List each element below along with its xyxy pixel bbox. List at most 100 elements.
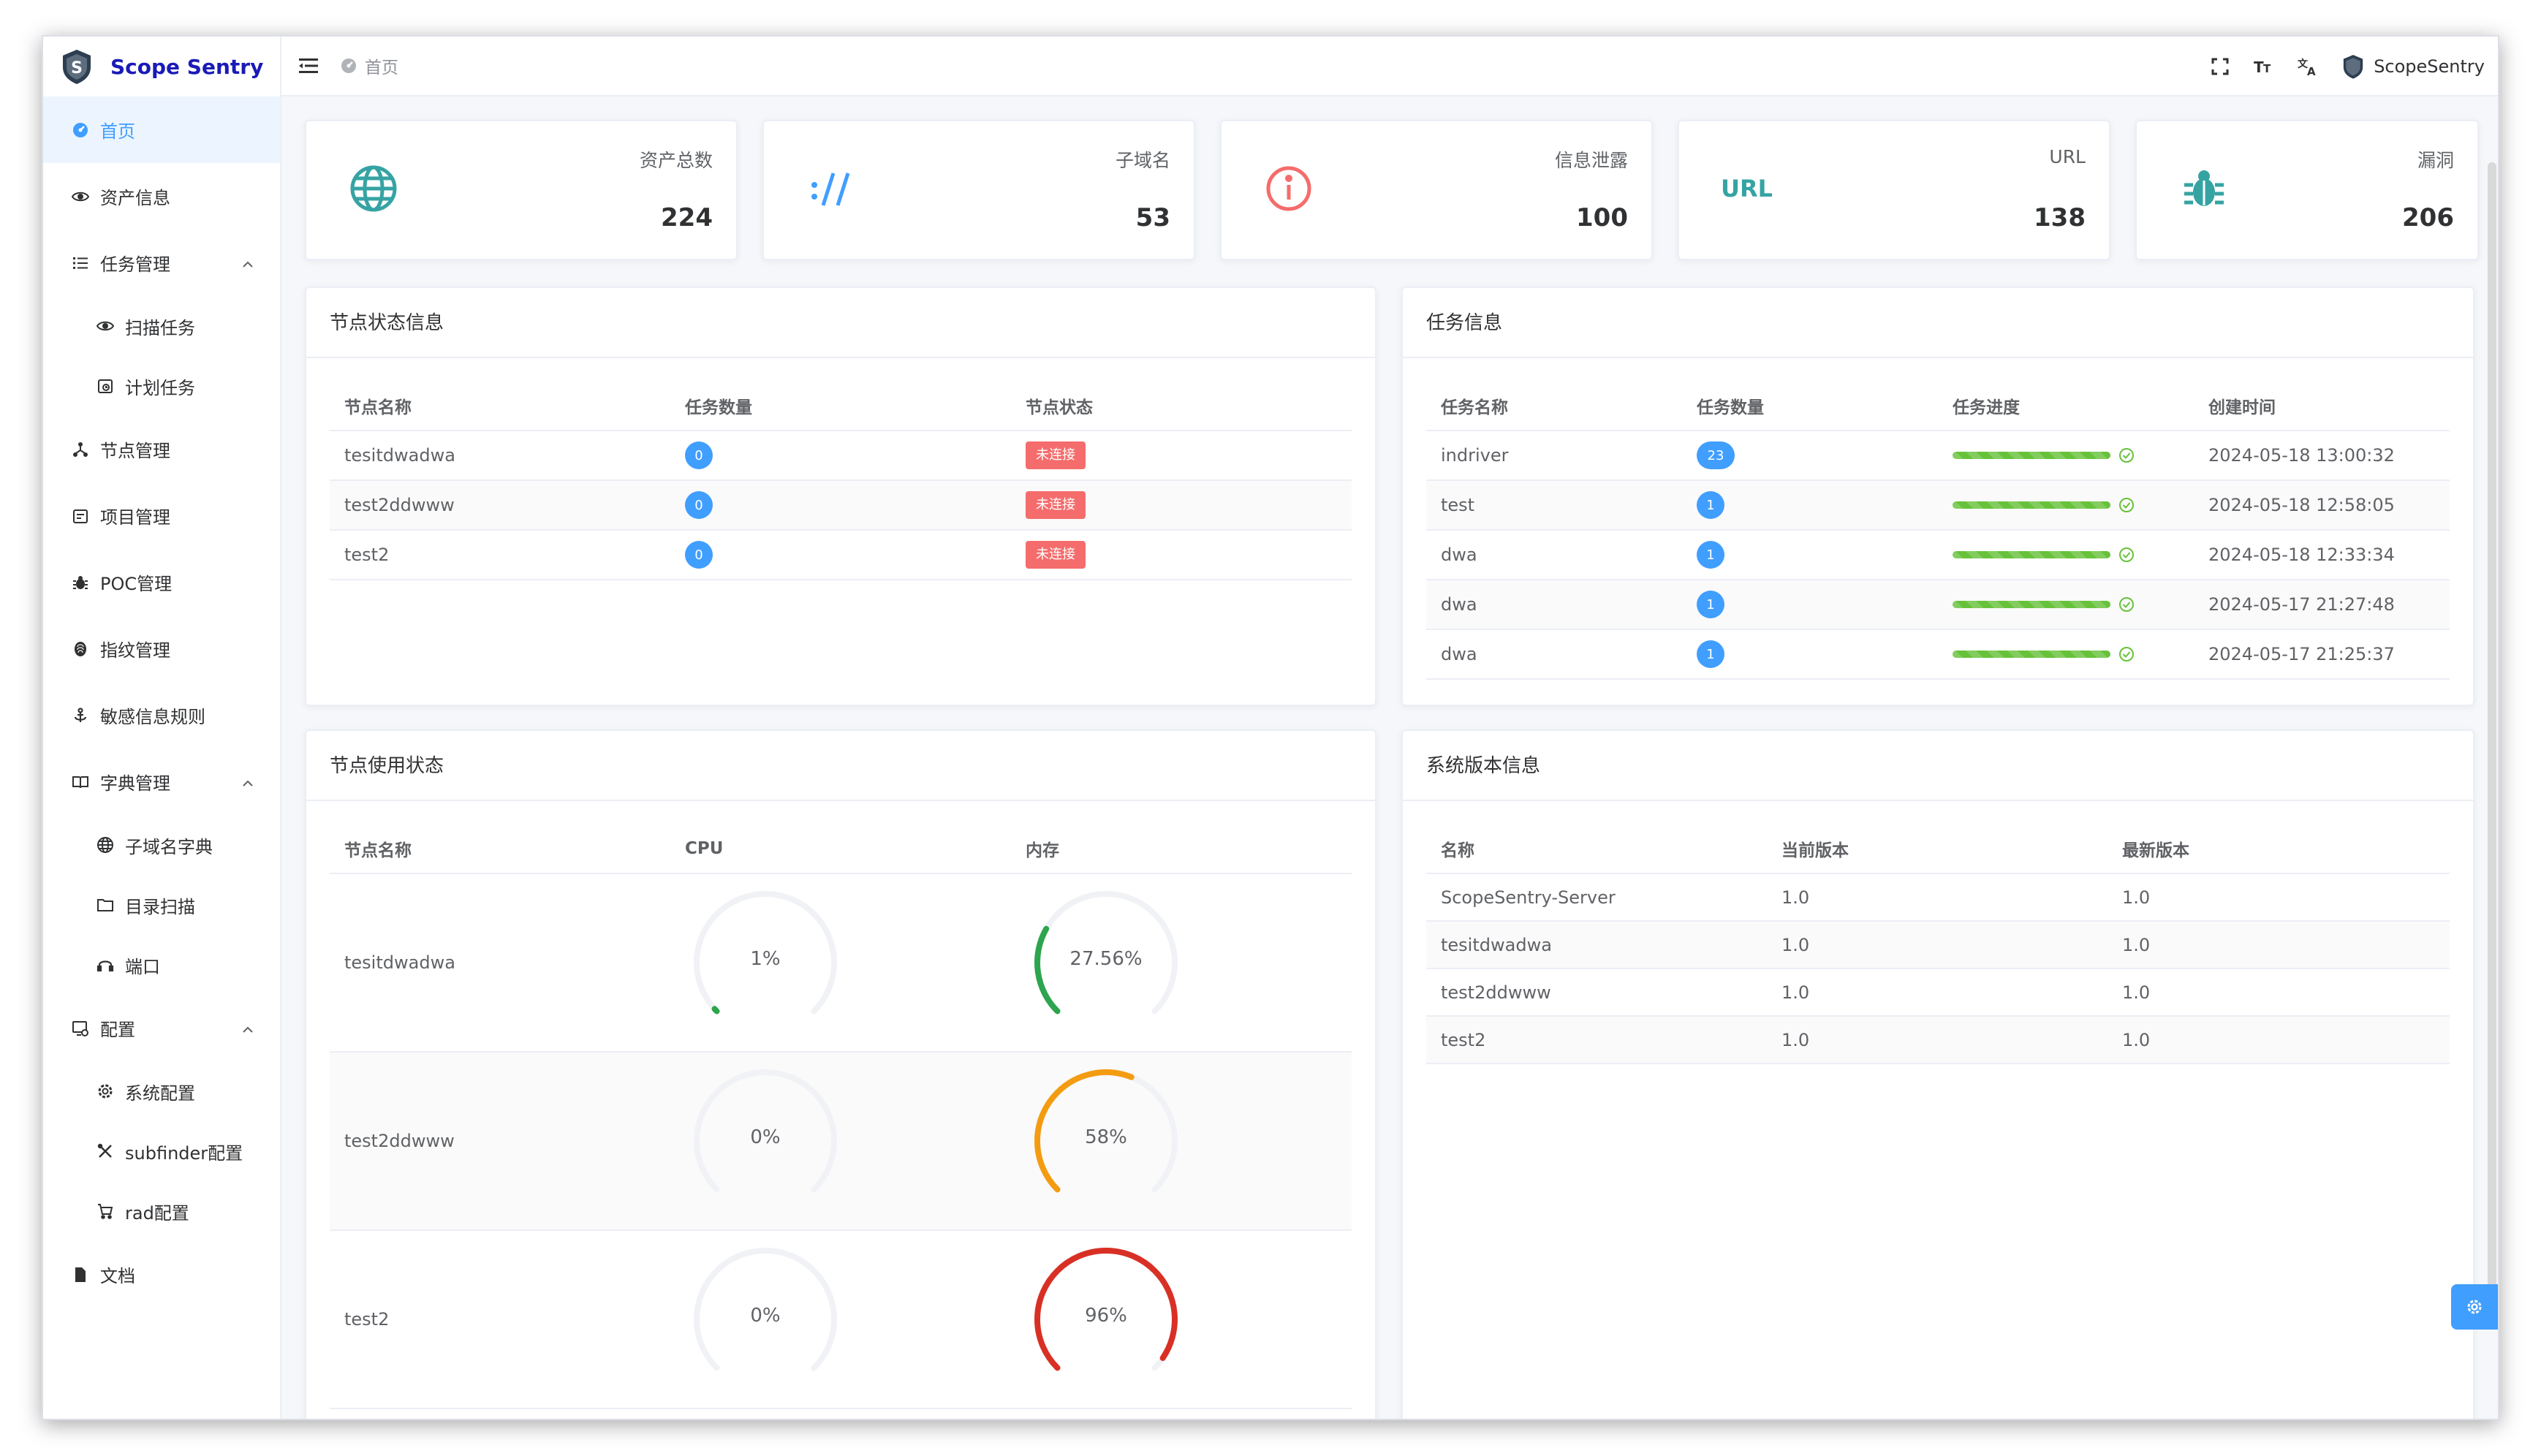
panel-title: 任务信息 [1403, 288, 2473, 358]
sidebar-item[interactable]: 节点管理 [43, 416, 280, 482]
check-circle-icon [2118, 596, 2135, 613]
stat-card[interactable]: 资产总数 224 [305, 120, 738, 260]
url-icon: URL [1720, 162, 1773, 215]
fullscreen-icon[interactable] [2205, 52, 2235, 81]
column-header[interactable]: 任务进度 [1938, 393, 2194, 418]
sidebar-item[interactable]: 任务管理 [43, 230, 280, 296]
sidebar-item[interactable]: 首页 [43, 96, 280, 163]
cpu-value: 0% [750, 1126, 781, 1148]
column-header[interactable]: 创建时间 [2194, 393, 2450, 418]
column-header[interactable]: 任务数量 [1682, 393, 1938, 418]
config-icon [71, 1019, 90, 1038]
sidebar-item[interactable]: 文档 [43, 1241, 280, 1308]
progress-bar [1953, 645, 2194, 663]
sidebar-item[interactable]: 扫描任务 [43, 296, 280, 356]
stat-card[interactable]: 子域名 53 [762, 120, 1195, 260]
table-row[interactable]: test2 1.0 1.0 [1426, 1017, 2450, 1064]
table-row[interactable]: tesitdwadwa 1% 27.56% [330, 874, 1352, 1053]
check-circle-icon [2118, 447, 2135, 464]
count-badge: 1 [1697, 591, 1724, 618]
sidebar-item[interactable]: subfinder配置 [43, 1121, 280, 1181]
breadcrumb[interactable]: 首页 [340, 53, 398, 78]
column-header[interactable]: 最新版本 [2108, 836, 2448, 861]
table-row[interactable]: test2 0% 96% [330, 1231, 1352, 1409]
bug-icon [2178, 162, 2230, 215]
sidebar-item[interactable]: 配置 [43, 995, 280, 1061]
count-badge: 0 [685, 491, 713, 519]
sidebar-item-label: 节点管理 [100, 441, 170, 461]
sidebar-item-label: POC管理 [100, 574, 173, 594]
sidebar-item[interactable]: POC管理 [43, 549, 280, 615]
stat-value: 53 [1135, 203, 1170, 232]
table-row[interactable]: test2ddwww 0 未连接 [330, 481, 1352, 531]
column-header[interactable]: 节点名称 [330, 393, 670, 418]
sidebar-item[interactable]: rad配置 [43, 1181, 280, 1241]
current-version: 1.0 [1781, 934, 1810, 955]
sidebar-item[interactable]: 计划任务 [43, 356, 280, 416]
stat-label: URL [2049, 146, 2086, 167]
sidebar-item[interactable]: 资产信息 [43, 163, 280, 230]
created-time: 2024-05-17 21:27:48 [2208, 594, 2395, 615]
table-row[interactable]: test 1 2024-05-18 12:58:05 [1426, 481, 2450, 531]
user-menu[interactable]: ScopeSentry [2340, 53, 2485, 80]
node-usage-table: 节点名称 CPU 内存 tesitdwadwa 1% 27.56% test2ddwww… [330, 824, 1352, 1409]
column-header[interactable]: 节点状态 [1011, 393, 1352, 418]
sidebar-item-label: 目录扫描 [125, 896, 195, 917]
table-row[interactable]: ScopeSentry-Server 1.0 1.0 [1426, 874, 2450, 922]
cpu-value: 1% [750, 948, 781, 970]
column-header[interactable]: 节点名称 [330, 836, 670, 861]
bug-icon [71, 573, 90, 592]
sidebar-item[interactable]: 端口 [43, 935, 280, 995]
table-row[interactable]: tesitdwadwa 0 未连接 [330, 431, 1352, 481]
table-row[interactable]: dwa 1 2024-05-17 21:25:37 [1426, 630, 2450, 680]
sidebar-item-label: rad配置 [125, 1202, 189, 1224]
menu-toggle-icon[interactable] [298, 55, 319, 77]
translate-icon[interactable]: 文A [2293, 52, 2322, 81]
column-header[interactable]: 当前版本 [1767, 836, 2108, 861]
table-row[interactable]: dwa 1 2024-05-18 12:33:34 [1426, 531, 2450, 580]
sidebar-item[interactable]: 子域名字典 [43, 815, 280, 875]
task-name: dwa [1441, 594, 1477, 615]
column-header[interactable]: CPU [670, 839, 1011, 858]
stat-card[interactable]: 信息泄露 100 [1220, 120, 1653, 260]
sidebar-item[interactable]: 系统配置 [43, 1061, 280, 1121]
progress-fill [1953, 651, 2110, 658]
sidebar-item[interactable]: 敏感信息规则 [43, 682, 280, 748]
table-row[interactable]: tesitdwadwa 1.0 1.0 [1426, 922, 2450, 969]
sidebar-item[interactable]: 项目管理 [43, 482, 280, 549]
count-badge: 0 [685, 441, 713, 469]
task-name: test [1441, 495, 1475, 515]
table-row[interactable]: test2ddwww 1.0 1.0 [1426, 969, 2450, 1017]
stat-card[interactable]: URL URL 138 [1678, 120, 2110, 260]
sidebar-item[interactable]: 字典管理 [43, 748, 280, 815]
stat-card[interactable]: 漏洞 206 [2135, 120, 2479, 260]
column-header[interactable]: 内存 [1011, 836, 1352, 861]
version-info-table: 名称 当前版本 最新版本 ScopeSentry-Server 1.0 1.0 tesitd… [1426, 824, 2450, 1064]
created-time: 2024-05-17 21:25:37 [2208, 644, 2395, 664]
table-header: 任务名称 任务数量 任务进度 创建时间 [1426, 382, 2450, 431]
node-name: test2ddwww [344, 1131, 455, 1151]
task-count-cell: 1 [1682, 491, 1938, 519]
table-row[interactable]: dwa 1 2024-05-17 21:27:48 [1426, 580, 2450, 630]
column-header[interactable]: 任务名称 [1426, 393, 1682, 418]
table-row[interactable]: test2 0 未连接 [330, 531, 1352, 580]
component-name: tesitdwadwa [1441, 934, 1552, 955]
sidebar-item[interactable]: 指纹管理 [43, 615, 280, 682]
table-row[interactable]: test2ddwww 0% 58% [330, 1053, 1352, 1231]
sidebar-item[interactable]: 目录扫描 [43, 875, 280, 935]
sidebar-item-label: 指纹管理 [100, 640, 170, 661]
sidebar-item-label: 扫描任务 [125, 317, 195, 338]
memory-value: 27.56% [1069, 948, 1143, 970]
table-row[interactable]: indriver 23 2024-05-18 13:00:32 [1426, 431, 2450, 481]
font-size-icon[interactable]: TT [2249, 52, 2279, 81]
gear-icon [96, 1082, 115, 1101]
scrollbar[interactable] [2488, 162, 2496, 1310]
column-header[interactable]: 名称 [1426, 836, 1767, 861]
stat-value: 206 [2402, 203, 2454, 232]
column-header[interactable]: 任务数量 [670, 393, 1011, 418]
settings-button[interactable] [2451, 1284, 2498, 1330]
node-name: test2 [344, 545, 390, 565]
gear-icon [2467, 1300, 2482, 1314]
logo[interactable]: S Scope Sentry [43, 37, 280, 96]
node-name: tesitdwadwa [344, 445, 455, 466]
